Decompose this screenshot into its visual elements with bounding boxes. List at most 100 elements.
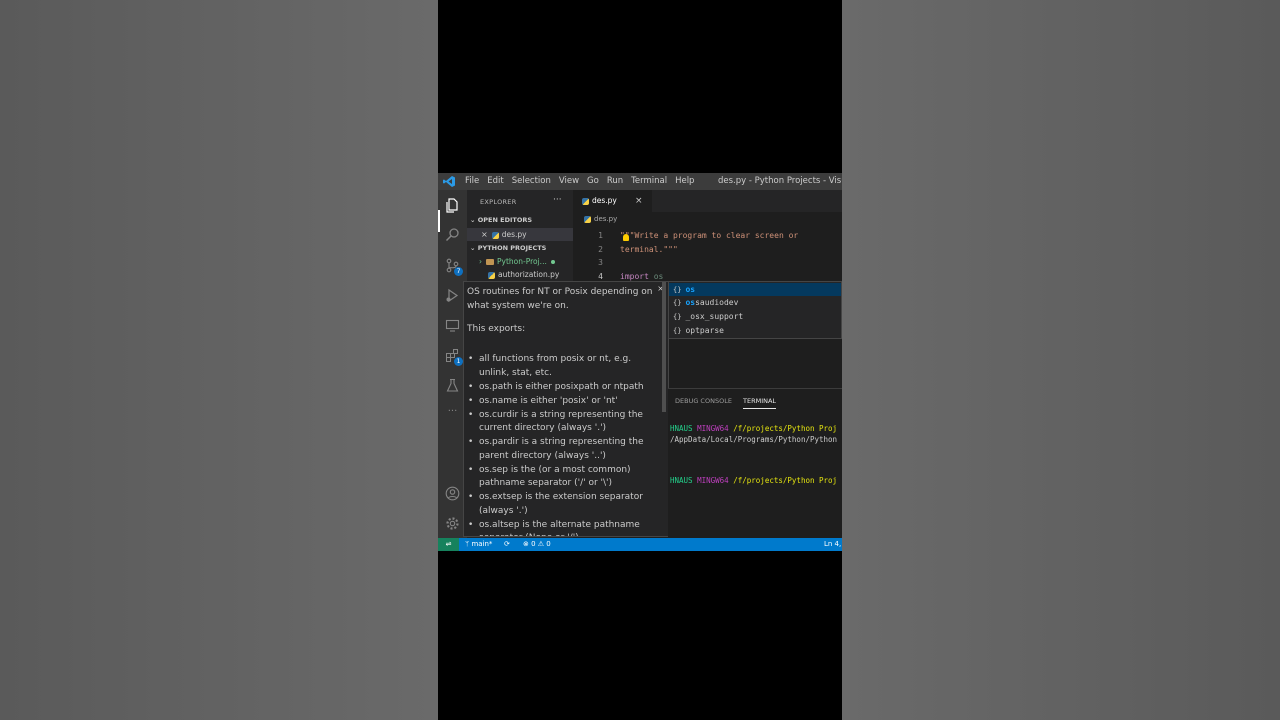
python-file-icon xyxy=(582,197,589,205)
manage-gear-icon[interactable] xyxy=(445,516,460,531)
python-file-icon xyxy=(488,271,495,279)
menu-terminal[interactable]: Terminal xyxy=(631,176,667,186)
vscode-logo-icon xyxy=(443,176,455,187)
autocomplete-list: {} os {} ossaudiodev {} _osx_support {} optp… xyxy=(668,281,842,339)
docs-bullet-list: all functions from posix or nt, e.g. unl… xyxy=(467,353,655,537)
workspace-title: PYTHON PROJECTS xyxy=(477,244,547,252)
folder-icon xyxy=(486,259,494,265)
menu-file[interactable]: File xyxy=(465,176,479,186)
suggestion-item[interactable]: {} os xyxy=(669,283,841,296)
module-icon: {} xyxy=(673,286,682,294)
menu-view[interactable]: View xyxy=(559,176,579,186)
terminal-line: HNAUS MINGW64 /f/projects/Python Proj xyxy=(670,424,838,433)
suggestion-item[interactable]: {} optparse xyxy=(669,324,841,337)
menu-go[interactable]: Go xyxy=(587,176,599,186)
chevron-down-icon: ⌄ xyxy=(470,244,476,252)
line-number: 4 xyxy=(598,271,603,281)
problems-indicator[interactable]: ⊗ 0 ⚠ 0 xyxy=(523,538,551,551)
tab-terminal[interactable]: TERMINAL xyxy=(743,397,777,409)
docs-bullet: os.pardir is a string representing the p… xyxy=(467,436,655,463)
explorer-icon[interactable] xyxy=(445,198,460,213)
source-control-badge: 7 xyxy=(454,267,463,276)
open-editor-label: des.py xyxy=(501,230,527,239)
code-line-2: terminal.""" xyxy=(620,244,678,254)
docs-bullet: os.name is either 'posix' or 'nt' xyxy=(467,395,655,409)
tree-file-item[interactable]: authorization.py xyxy=(467,268,573,281)
git-branch[interactable]: ᛘ main* xyxy=(465,538,492,551)
code-line-4: import os xyxy=(620,272,663,281)
menu-edit[interactable]: Edit xyxy=(487,176,503,186)
docs-bullet: os.extsep is the extension separator (al… xyxy=(467,491,655,518)
terminal-line: HNAUS MINGW64 /f/projects/Python Proj xyxy=(670,476,838,485)
tab-des-py[interactable]: des.py × xyxy=(573,190,652,212)
menu-bar: File Edit Selection View Go Run Terminal… xyxy=(465,176,702,186)
lightbulb-icon[interactable] xyxy=(623,234,629,241)
tree-folder-label: Python-Proj... xyxy=(497,257,547,266)
bottom-panel: DEBUG CONSOLE TERMINAL HNAUS MINGW64 /f/… xyxy=(668,388,842,539)
modified-dot-icon xyxy=(550,260,555,264)
suggestion-item[interactable]: {} ossaudiodev xyxy=(669,296,841,309)
docs-bullet: all functions from posix or nt, e.g. unl… xyxy=(467,353,655,380)
window-title: des.py - Python Projects - Visual Studio… xyxy=(718,176,842,186)
python-file-icon xyxy=(584,215,591,223)
line-number: 2 xyxy=(598,244,603,254)
tab-debug-console[interactable]: DEBUG CONSOLE xyxy=(675,397,732,405)
source-control-icon[interactable]: 7 xyxy=(445,258,463,276)
breadcrumb[interactable]: des.py xyxy=(584,215,617,223)
sync-icon[interactable]: ⟳ xyxy=(504,538,510,551)
menu-run[interactable]: Run xyxy=(607,176,623,186)
open-editors-section[interactable]: ⌄ OPEN EDITORS xyxy=(470,216,532,224)
code-line-1: """Write a program to clear screen or xyxy=(620,231,799,240)
import-keyword: import xyxy=(620,271,649,281)
module-icon: {} xyxy=(673,313,682,321)
explorer-header: EXPLORER xyxy=(480,198,517,206)
line-number: 1 xyxy=(598,231,603,240)
suggestion-item[interactable]: {} _osx_support xyxy=(669,310,841,323)
accounts-icon[interactable] xyxy=(445,486,460,501)
chevron-down-icon: ⌄ xyxy=(470,216,476,224)
docs-bullet: os.path is either posixpath or ntpath xyxy=(467,381,655,395)
status-bar: ⇌ ᛘ main* ⟳ ⊗ 0 ⚠ 0 Ln 4, xyxy=(438,538,842,551)
active-indicator xyxy=(438,210,440,232)
error-icon: ⊗ xyxy=(523,540,532,548)
menu-selection[interactable]: Selection xyxy=(512,176,551,186)
left-blur-background xyxy=(0,0,438,720)
tree-folder-item[interactable]: › Python-Proj... xyxy=(467,255,573,268)
docs-scrollbar[interactable] xyxy=(662,282,666,412)
remote-explorer-icon[interactable] xyxy=(445,318,460,333)
remote-indicator-icon[interactable]: ⇌ xyxy=(438,538,459,551)
tab-close-icon[interactable]: × xyxy=(635,190,643,212)
extensions-badge: 1 xyxy=(454,357,463,366)
docs-bullet: os.sep is the (or a most common) pathnam… xyxy=(467,464,655,491)
video-frame: File Edit Selection View Go Run Terminal… xyxy=(438,0,842,720)
extensions-icon[interactable]: 1 xyxy=(445,348,463,366)
title-bar: File Edit Selection View Go Run Terminal… xyxy=(438,173,842,190)
docs-exports: This exports: xyxy=(467,324,526,334)
vscode-window: File Edit Selection View Go Run Terminal… xyxy=(438,173,842,551)
import-module: os xyxy=(648,271,664,281)
python-file-icon xyxy=(491,231,499,239)
line-number: 3 xyxy=(598,258,603,267)
open-editor-item[interactable]: × des.py xyxy=(467,228,573,241)
documentation-popup: × OS routines for NT or Posix depending … xyxy=(463,281,669,537)
workspace-section[interactable]: ⌄ PYTHON PROJECTS xyxy=(470,244,546,252)
testing-icon[interactable] xyxy=(445,378,460,393)
search-icon[interactable] xyxy=(445,227,460,242)
docs-bullet: os.altsep is the alternate pathname sepa… xyxy=(467,519,655,537)
menu-help[interactable]: Help xyxy=(675,176,694,186)
tree-file-label: authorization.py xyxy=(498,270,560,279)
explorer-more-button[interactable]: ··· xyxy=(553,195,562,205)
open-editors-title: OPEN EDITORS xyxy=(477,216,533,224)
close-icon[interactable]: × xyxy=(481,230,488,239)
editor-tabs: des.py × xyxy=(573,190,842,212)
more-icon[interactable]: ··· xyxy=(445,406,460,421)
warning-icon: ⚠ xyxy=(535,540,547,548)
terminal-line: /AppData/Local/Programs/Python/Python xyxy=(670,435,838,444)
docs-bullet: os.curdir is a string representing the c… xyxy=(467,409,655,436)
right-blur-background xyxy=(842,0,1280,720)
module-icon: {} xyxy=(673,327,682,335)
cursor-position[interactable]: Ln 4, xyxy=(824,538,841,551)
run-debug-icon[interactable] xyxy=(445,288,460,303)
tab-label: des.py xyxy=(592,196,617,205)
breadcrumb-file: des.py xyxy=(594,215,618,223)
